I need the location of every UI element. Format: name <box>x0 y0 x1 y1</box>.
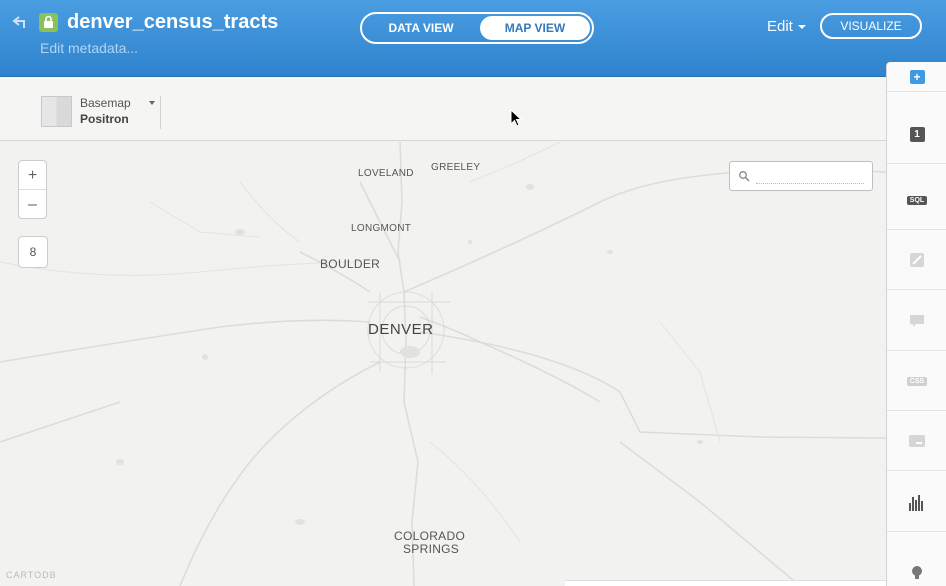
city-label-greeley: GREELEY <box>431 162 481 173</box>
city-label-loveland: LOVELAND <box>358 168 414 179</box>
top-header: denver_census_tracts Edit metadata... DA… <box>0 0 946 77</box>
map-canvas[interactable]: LOVELAND GREELEY LONGMONT BOULDER DENVER… <box>0 142 886 586</box>
wizard-button[interactable] <box>887 231 946 290</box>
layer-options-icon <box>912 565 922 579</box>
city-label-springs: SPRINGS <box>403 542 460 556</box>
legend-button[interactable] <box>887 412 946 471</box>
basemap-thumbnail[interactable] <box>41 96 72 127</box>
map-search-box[interactable] <box>729 161 873 191</box>
visualize-button[interactable]: VISUALIZE <box>820 13 922 39</box>
basemap-label[interactable]: Basemap <box>80 96 131 110</box>
map-search-input[interactable] <box>756 168 864 184</box>
mouse-cursor-icon <box>510 109 522 127</box>
infowindow-icon <box>910 315 924 327</box>
edit-menu-label: Edit <box>767 18 793 35</box>
basemap-dropdown-icon[interactable] <box>149 101 155 105</box>
basemap-value[interactable]: Positron <box>80 112 129 126</box>
edit-menu[interactable]: Edit <box>767 18 806 35</box>
layer-number-icon: 1 <box>909 126 925 142</box>
add-layer-icon: + <box>909 69 925 84</box>
filter-icon <box>909 495 923 511</box>
zoom-control: + – <box>18 160 47 219</box>
tab-map-view[interactable]: MAP VIEW <box>480 16 590 40</box>
chevron-down-icon <box>797 25 806 30</box>
city-label-colorado: COLORADO <box>394 529 466 543</box>
right-panel: + 1 SQL CSS <box>886 62 946 586</box>
cartodb-logo[interactable]: CARTODB <box>6 570 57 580</box>
tab-data-view[interactable]: DATA VIEW <box>364 16 478 40</box>
city-label-longmont: LONGMONT <box>351 223 412 234</box>
layer-options-button[interactable] <box>887 542 946 586</box>
map-toolbar: Basemap Positron <box>0 77 886 141</box>
zoom-in-button[interactable]: + <box>19 161 46 190</box>
sql-button[interactable]: SQL <box>887 171 946 230</box>
attribution-bar <box>565 580 886 586</box>
zoom-out-button[interactable]: – <box>19 190 46 219</box>
toolbar-divider <box>160 96 161 129</box>
css-icon: CSS <box>906 376 928 386</box>
filter-button[interactable] <box>887 473 946 532</box>
add-layer-button[interactable]: + <box>887 62 946 92</box>
map-basemap-roads <box>0 142 886 586</box>
legend-icon <box>909 435 925 447</box>
edit-metadata-link[interactable]: Edit metadata... <box>40 40 138 56</box>
city-label-denver: DENVER <box>368 321 434 338</box>
search-icon <box>739 171 750 182</box>
css-button[interactable]: CSS <box>887 352 946 411</box>
layer-1-tab[interactable]: 1 <box>887 105 946 164</box>
zoom-level-indicator: 8 <box>18 236 48 268</box>
infowindow-button[interactable] <box>887 292 946 351</box>
city-label-boulder: BOULDER <box>320 257 381 271</box>
sql-icon: SQL <box>906 195 928 205</box>
back-arrow-icon[interactable] <box>12 14 30 30</box>
lock-icon[interactable] <box>39 13 58 32</box>
view-switch: DATA VIEW MAP VIEW <box>360 12 594 44</box>
table-title[interactable]: denver_census_tracts <box>67 11 278 34</box>
wizard-icon <box>910 253 924 267</box>
